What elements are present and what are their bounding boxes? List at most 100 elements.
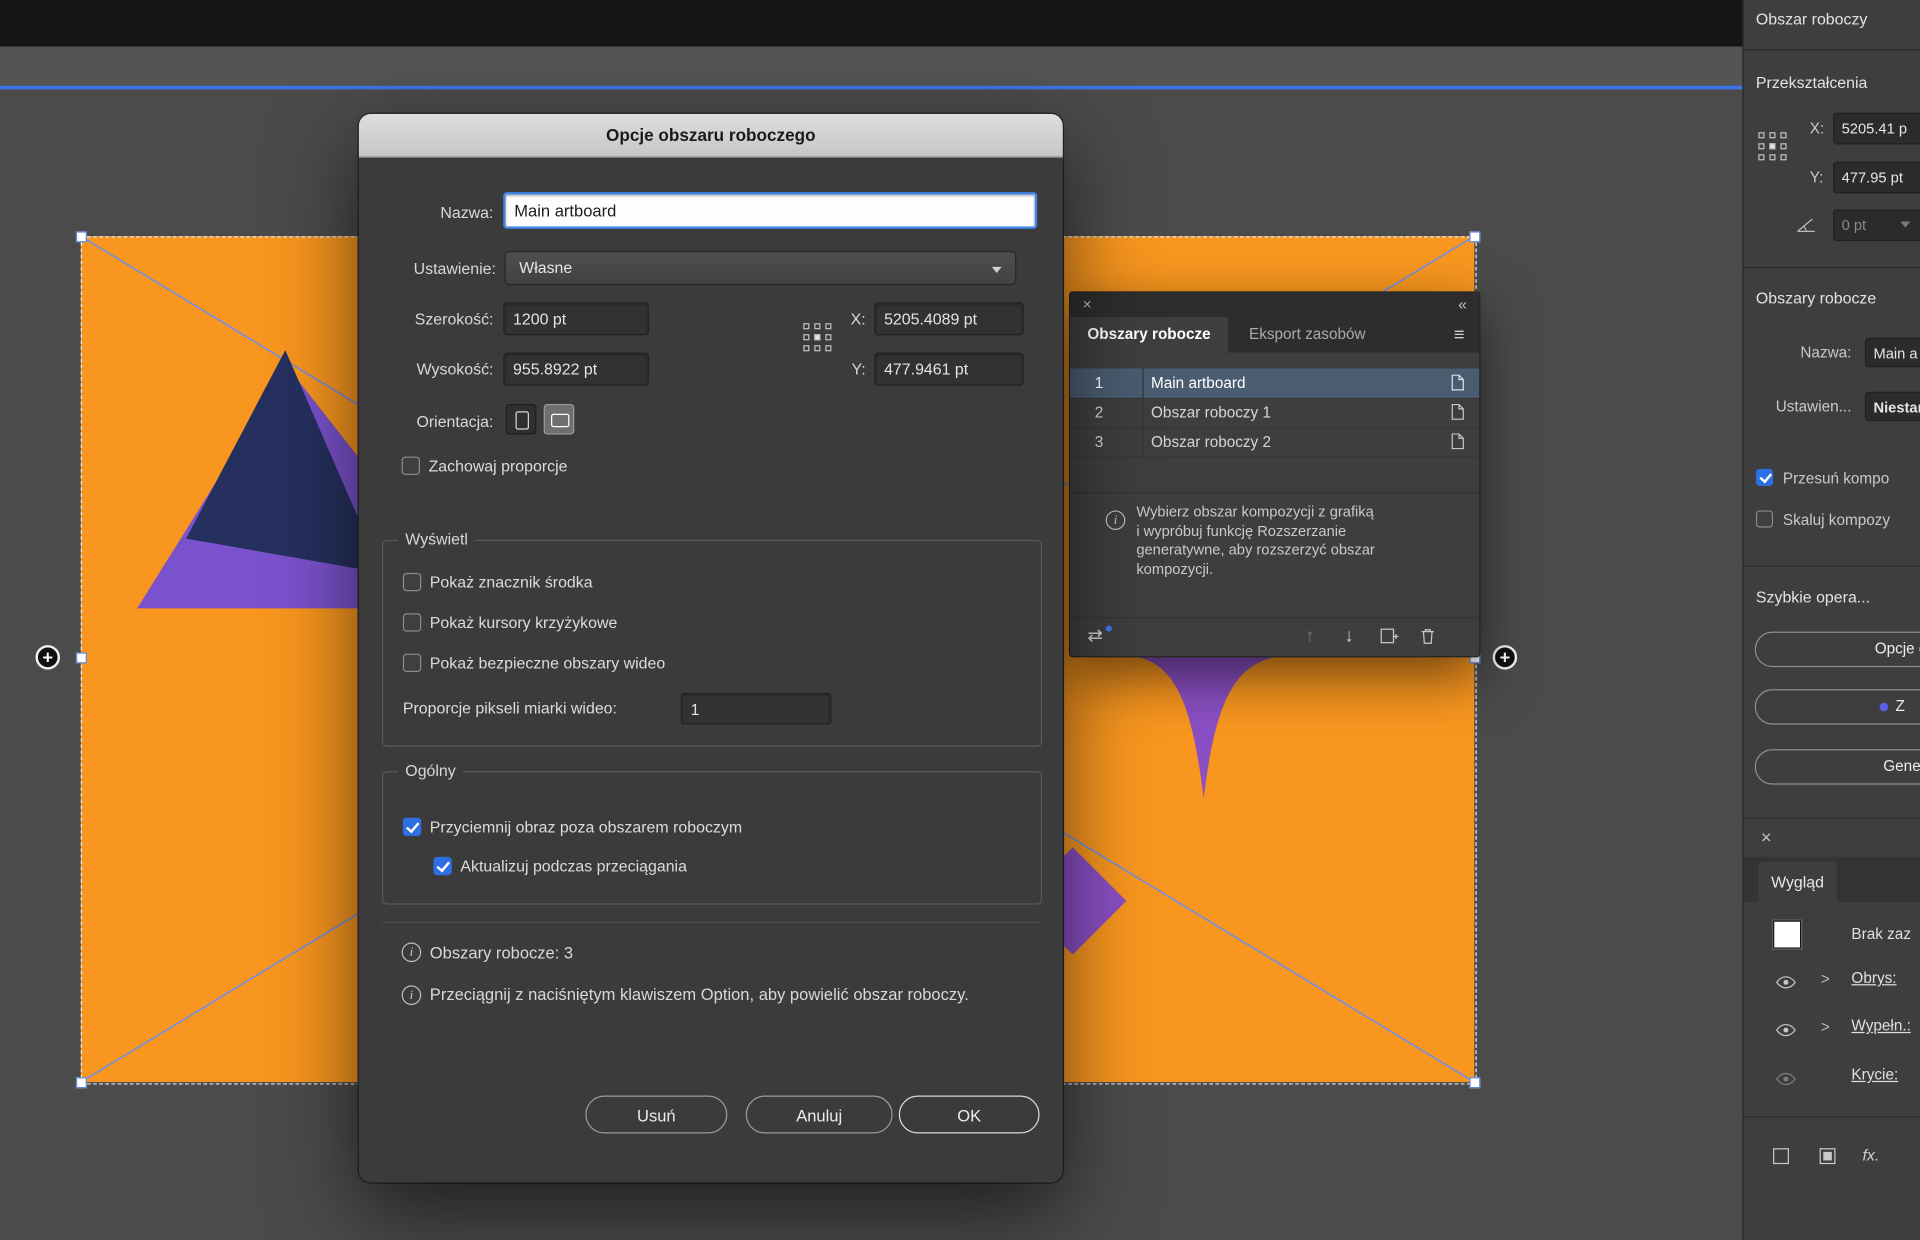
delete-artboard-icon[interactable] — [1420, 628, 1435, 649]
add-artboard-right-icon[interactable]: + — [1492, 645, 1518, 670]
preset-label: Ustawien... — [1775, 397, 1852, 415]
quick-actions-heading: Szybkie opera... — [1755, 587, 1871, 606]
app-titlebar — [0, 0, 1743, 47]
transform-heading: Przekształcenia — [1755, 73, 1868, 92]
info-icon: i — [401, 942, 422, 963]
selection-handle[interactable] — [75, 652, 87, 664]
cancel-button[interactable]: Anuluj — [745, 1095, 893, 1134]
move-artwork-checkbox[interactable] — [1755, 468, 1774, 486]
dialog-divider — [382, 921, 1040, 923]
show-center-checkbox[interactable] — [402, 572, 422, 592]
artboard-count-text: Obszary robocze: 3 — [429, 943, 574, 963]
tab-artboards[interactable]: Obszary robocze — [1070, 317, 1228, 353]
chevron-down-icon — [1900, 221, 1911, 228]
artboard-row[interactable]: 2 Obszar roboczy 1 — [1070, 397, 1480, 429]
visibility-eye-icon[interactable] — [1775, 973, 1797, 995]
width-input[interactable] — [503, 302, 649, 336]
selection-handle[interactable] — [75, 1077, 87, 1089]
page-icon — [1451, 374, 1464, 395]
info-icon: i — [1105, 510, 1126, 531]
y-field[interactable]: 477.95 pt — [1833, 161, 1920, 194]
update-while-drag-checkbox[interactable] — [433, 856, 452, 876]
visibility-eye-icon[interactable] — [1775, 1021, 1797, 1043]
artboard-row-name[interactable]: Obszar roboczy 2 — [1151, 427, 1271, 456]
fade-checkbox[interactable] — [402, 817, 422, 837]
artboard-row-name[interactable]: Obszar roboczy 1 — [1151, 398, 1271, 427]
artboard-row-number: 3 — [1094, 433, 1104, 451]
expand-chevron-icon[interactable]: > — [1821, 1018, 1830, 1035]
constrain-label: Zachowaj proporcje — [428, 456, 568, 475]
tab-export-assets[interactable]: Eksport zasobów — [1232, 317, 1383, 352]
preset-select[interactable]: Własne — [504, 250, 1017, 286]
artboards-panel-toolbar: ⇄ ↑ ↓ — [1070, 616, 1480, 656]
generative-dot — [1105, 625, 1112, 632]
ok-button[interactable]: OK — [898, 1095, 1040, 1134]
angle-icon — [1795, 217, 1817, 240]
stroke-link[interactable]: Obrys: — [1851, 969, 1896, 986]
move-up-icon[interactable]: ↑ — [1305, 624, 1314, 648]
panel-menu-icon[interactable]: ≡ — [1454, 317, 1465, 352]
move-artwork-label: Przesuń kompo — [1782, 470, 1890, 488]
ratio-input[interactable] — [680, 692, 832, 725]
reference-point-icon[interactable] — [803, 323, 832, 352]
fill-swatch[interactable] — [1773, 920, 1802, 949]
x-field[interactable]: 5205.41 p — [1833, 112, 1920, 145]
generative-dot — [1879, 702, 1889, 712]
height-input[interactable] — [503, 352, 649, 386]
generative-button[interactable]: Gene — [1754, 749, 1920, 785]
chevron-down-icon — [991, 266, 1002, 273]
selection-handle[interactable] — [1469, 231, 1481, 243]
name-input[interactable] — [503, 192, 1038, 229]
duplicate-style-icon[interactable] — [1819, 1148, 1836, 1165]
show-crosshairs-checkbox[interactable] — [402, 613, 422, 632]
generative-expand-button[interactable]: Z — [1754, 689, 1920, 725]
constrain-checkbox[interactable] — [401, 456, 421, 475]
width-label: Szerokość: — [414, 309, 494, 329]
rearrange-artboards-icon[interactable]: ⇄ — [1087, 624, 1102, 648]
artboard-edit-indicator — [0, 85, 1743, 90]
preset-field[interactable]: Niestan — [1864, 391, 1920, 422]
selection-handle[interactable] — [75, 231, 87, 243]
close-icon[interactable]: × — [1082, 294, 1091, 316]
visibility-eye-icon[interactable] — [1775, 1070, 1797, 1092]
fx-icon[interactable]: fx. — [1862, 1146, 1879, 1164]
move-down-icon[interactable]: ↓ — [1344, 624, 1353, 648]
app-toolbar — [0, 46, 1743, 86]
show-safe-areas-checkbox[interactable] — [402, 653, 422, 673]
dialog-title: Opcje obszaru roboczego — [358, 113, 1063, 158]
x-label: X: — [1809, 119, 1825, 138]
y-input[interactable] — [874, 352, 1024, 386]
artboard-options-button[interactable]: Opcje obs — [1754, 631, 1920, 668]
delete-button[interactable]: Usuń — [585, 1095, 728, 1134]
name-field[interactable]: Main a — [1864, 337, 1920, 368]
artboard-row-name[interactable]: Main artboard — [1151, 368, 1245, 397]
name-label: Nazwa: — [1800, 343, 1852, 362]
new-effect-icon[interactable] — [1773, 1148, 1789, 1165]
artboard-row[interactable]: 3 Obszar roboczy 2 — [1070, 427, 1480, 458]
expand-chevron-icon[interactable]: > — [1821, 971, 1830, 988]
info-icon: i — [401, 985, 422, 1005]
reference-point-icon[interactable] — [1758, 132, 1787, 161]
add-artboard-left-icon[interactable]: + — [35, 645, 61, 670]
orientation-landscape-button[interactable] — [543, 403, 575, 435]
no-selection-label: Brak zaz — [1851, 925, 1911, 943]
opacity-link[interactable]: Krycie: — [1851, 1066, 1898, 1083]
x-input[interactable] — [874, 302, 1024, 336]
orientation-portrait-button[interactable] — [505, 403, 537, 435]
show-safe-areas-label: Pokaż bezpieczne obszary wideo — [429, 653, 666, 673]
scale-artwork-label: Skaluj kompozy — [1782, 511, 1891, 529]
artboard-options-button-label: Opcje obs — [1874, 640, 1920, 658]
y-label: Y: — [851, 359, 866, 379]
scale-artwork-checkbox[interactable] — [1755, 510, 1774, 528]
height-label: Wysokość: — [416, 359, 494, 379]
new-artboard-icon[interactable] — [1380, 628, 1400, 649]
artboards-panel: × « Obszary robocze Eksport zasobów ≡ 1 … — [1068, 291, 1481, 658]
artboard-row[interactable]: 1 Main artboard — [1070, 368, 1480, 400]
tab-appearance[interactable]: Wygląd — [1758, 861, 1837, 903]
close-icon[interactable]: × — [1761, 827, 1772, 848]
fill-link[interactable]: Wypełn.: — [1851, 1017, 1910, 1034]
generative-button-label: Gene — [1883, 757, 1920, 775]
selection-handle[interactable] — [1469, 1077, 1481, 1089]
update-while-drag-label: Aktualizuj podczas przeciągania — [460, 856, 687, 876]
collapse-icon[interactable]: « — [1458, 294, 1467, 316]
